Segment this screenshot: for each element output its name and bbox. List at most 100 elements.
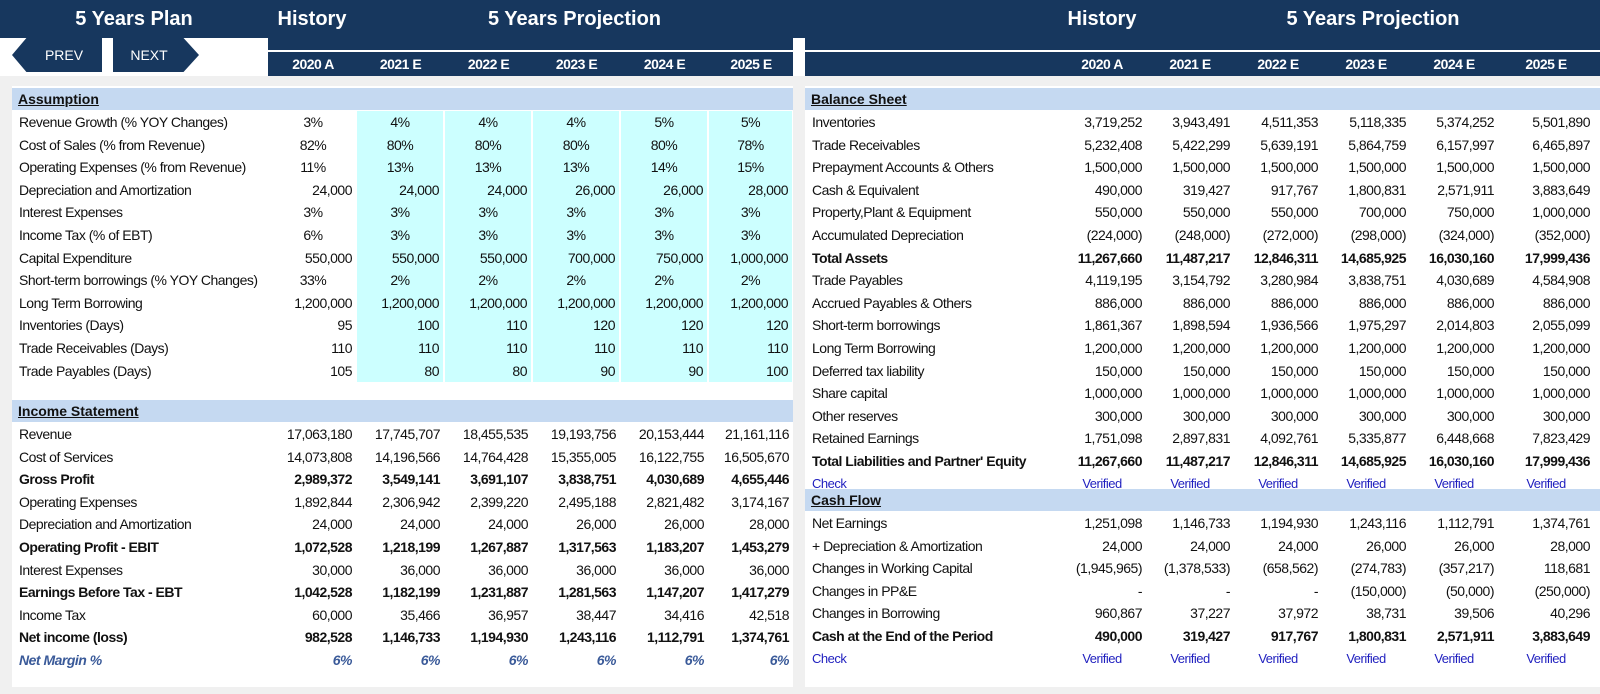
- balance-cell: 300,000: [1542, 407, 1591, 424]
- balance-cell: 3,838,751: [1348, 272, 1406, 289]
- cashflow-cell: 1,243,116: [1349, 515, 1406, 531]
- balance-cell: 1,200,000: [1436, 340, 1494, 356]
- balance-cell: 17,999,436: [1524, 453, 1591, 469]
- cashflow-row: Cash at the End of the Period 490,000 319,…: [0, 625, 1600, 648]
- cashflow-cell: -: [1313, 582, 1319, 599]
- balance-cell: 300,000: [1182, 407, 1231, 424]
- balance-cell: 1,000,000: [1532, 204, 1590, 221]
- balance-cell: 1,500,000: [1260, 159, 1318, 176]
- balance-cell: 300,000: [1094, 407, 1143, 424]
- balance-cell: 750,000: [1446, 204, 1495, 221]
- balance-row-label: Deferred tax liability: [812, 362, 924, 379]
- balance-cell: 1,800,831: [1348, 181, 1406, 198]
- balance-row: Share capital 1,000,000 1,000,000 1,000,000…: [0, 382, 1600, 405]
- balance-cell: 886,000: [1182, 294, 1231, 311]
- balance-cell: 550,000: [1094, 204, 1143, 221]
- cashflow-row: + Depreciation & Amortization 24,000 24,00…: [0, 535, 1600, 558]
- cashflow-cell: Verified: [1170, 650, 1210, 666]
- balance-cell: 886,000: [1270, 294, 1319, 311]
- balance-cell: 150,000: [1446, 362, 1495, 379]
- balance-row: Property,Plant & Equipment 550,000 550,000…: [0, 201, 1600, 224]
- cashflow-cell: Verified: [1526, 650, 1566, 666]
- cashflow-row: Check Verified Verified Verified Verified Ver…: [0, 648, 1600, 671]
- balance-cell: 1,200,000: [1084, 340, 1142, 356]
- cashflow-cell: 1,194,930: [1260, 515, 1318, 531]
- balance-cell: 1,000,000: [1532, 385, 1590, 402]
- balance-row-label: Share capital: [812, 385, 888, 402]
- balance-row: Trade Payables 4,119,195 3,154,792 3,280,98…: [0, 269, 1600, 292]
- balance-cell: 1,751,098: [1084, 430, 1142, 447]
- next-button[interactable]: NEXT: [113, 38, 199, 72]
- balance-row-label: Retained Earnings: [812, 430, 919, 447]
- balance-row-label: Accrued Payables & Others: [812, 294, 972, 311]
- cashflow-cell: 1,251,098: [1084, 515, 1142, 531]
- cashflow-cell: 2,571,911: [1436, 628, 1495, 644]
- right-year-header-1: 2021 E: [1169, 56, 1211, 72]
- balance-row: Accrued Payables & Others 886,000 886,000 8…: [0, 292, 1600, 315]
- balance-cell: 886,000: [1542, 294, 1591, 311]
- balance-row: Short-term borrowings 1,861,367 1,898,594 1…: [0, 314, 1600, 337]
- balance-cell: 490,000: [1094, 181, 1143, 198]
- cashflow-cell: 24,000: [1102, 537, 1142, 554]
- cashflow-cell: (357,217): [1438, 560, 1495, 577]
- balance-cell: 550,000: [1182, 204, 1231, 221]
- cashflow-cell: Verified: [1258, 650, 1298, 666]
- cashflow-cell: 1,146,733: [1172, 515, 1230, 531]
- balance-row-label: Other reserves: [812, 407, 898, 424]
- balance-cell: 300,000: [1446, 407, 1495, 424]
- right-year-header-4: 2024 E: [1433, 56, 1475, 72]
- gutter-bottom: [0, 687, 1600, 694]
- balance-cell: 5,232,408: [1084, 136, 1142, 153]
- balance-cell: 2,014,803: [1436, 317, 1494, 334]
- cashflow-cell: 26,000: [1454, 537, 1494, 554]
- balance-cell: 6,448,668: [1436, 430, 1494, 447]
- cashflow-cell: 28,000: [1550, 537, 1590, 554]
- balance-cell: 5,422,299: [1172, 136, 1230, 153]
- balance-cell: 886,000: [1358, 294, 1407, 311]
- balance-cell: 3,154,792: [1172, 272, 1230, 289]
- balance-section-title: Balance Sheet: [811, 91, 907, 107]
- left-year-header-0: 2020 A: [292, 56, 334, 72]
- balance-cell: 4,092,761: [1260, 430, 1318, 447]
- balance-row-label: Trade Payables: [812, 272, 903, 289]
- balance-row: Deferred tax liability 150,000 150,000 150,…: [0, 360, 1600, 383]
- left-projection-heading: 5 Years Projection: [487, 8, 662, 30]
- prev-button[interactable]: PREV: [12, 38, 102, 72]
- cashflow-cell: 490,000: [1094, 628, 1143, 644]
- cashflow-row-label: Changes in Working Capital: [812, 560, 973, 577]
- cashflow-cell: (250,000): [1534, 582, 1591, 599]
- cashflow-cell: (658,562): [1262, 560, 1319, 577]
- balance-cell: 319,427: [1182, 181, 1231, 198]
- balance-cell: 1,500,000: [1348, 159, 1406, 176]
- balance-row-label: Total Assets: [812, 249, 888, 266]
- balance-row-label: Prepayment Accounts & Others: [812, 159, 994, 176]
- right-subheader-divider: [805, 50, 1600, 52]
- balance-cell: 1,200,000: [1172, 340, 1230, 356]
- balance-cell: 5,374,252: [1436, 114, 1494, 130]
- balance-cell: 1,500,000: [1084, 159, 1142, 176]
- balance-cell: (224,000): [1086, 227, 1143, 243]
- cashflow-cell: (150,000): [1350, 582, 1407, 599]
- balance-cell: 11,267,660: [1077, 249, 1143, 266]
- balance-row-label: Accumulated Depreciation: [812, 227, 964, 243]
- balance-row: Accumulated Depreciation (224,000) (248,00…: [0, 224, 1600, 247]
- balance-row: Inventories 3,719,252 3,943,491 4,511,353 5,…: [0, 111, 1600, 134]
- balance-row: Cash & Equivalent 490,000 319,427 917,767 1,…: [0, 179, 1600, 202]
- cashflow-row-label: Net Earnings: [812, 515, 887, 531]
- balance-cell: 12,846,311: [1253, 453, 1319, 469]
- balance-cell: (298,000): [1350, 227, 1407, 243]
- balance-cell: 1,000,000: [1348, 385, 1406, 402]
- cashflow-cell: Verified: [1082, 650, 1122, 666]
- balance-cell: 1,000,000: [1084, 385, 1142, 402]
- balance-cell: 1,500,000: [1172, 159, 1230, 176]
- cashflow-cell: 1,112,791: [1437, 515, 1494, 531]
- balance-cell: 6,157,997: [1436, 136, 1494, 153]
- cashflow-cell: Verified: [1346, 650, 1386, 666]
- balance-cell: 2,897,831: [1172, 430, 1230, 447]
- cashflow-row-label: Changes in PP&E: [812, 582, 917, 599]
- balance-cell: (324,000): [1438, 227, 1495, 243]
- cashflow-row-label: Check: [812, 650, 847, 666]
- cashflow-row: Changes in Borrowing 960,867 37,227 37,972 3…: [0, 602, 1600, 625]
- balance-row: Trade Receivables 5,232,408 5,422,299 5,639…: [0, 134, 1600, 157]
- balance-cell: 7,823,429: [1532, 430, 1590, 447]
